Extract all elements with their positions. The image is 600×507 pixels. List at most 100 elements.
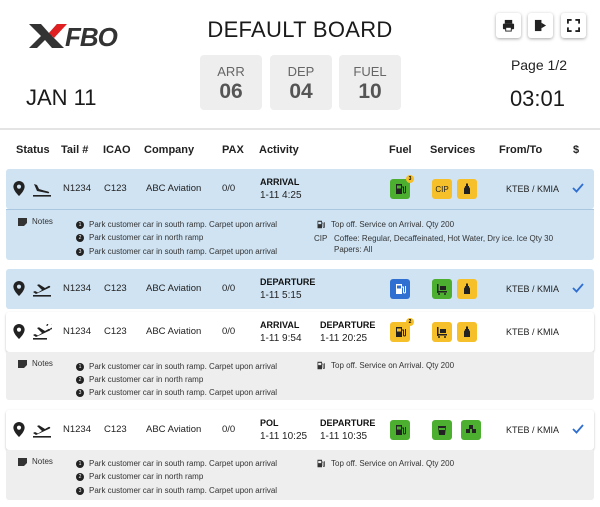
table-row[interactable]: N1234 C123 ABC Aviation 0/0 ARRIVAL 1-11… <box>6 312 594 352</box>
location-pin-icon[interactable] <box>13 181 25 196</box>
print-button[interactable] <box>496 13 521 38</box>
note-number-icon: 2 <box>76 375 84 384</box>
fuel-pump-icon <box>396 327 406 337</box>
current-date: JAN 11 <box>26 85 97 110</box>
note-item: 3 Park customer car in south ramp. Carpet… <box>76 247 277 256</box>
service-note: CIP Coffee: Regular, Decaffeinated, Hot … <box>314 234 553 243</box>
tail-number: N1234 <box>63 183 91 194</box>
column-company[interactable]: Company <box>144 144 194 156</box>
activity-departure: DEPARTURE 1-11 20:25 <box>320 320 375 344</box>
stat-value: 10 <box>358 80 382 103</box>
note-number-icon: 2 <box>76 233 84 242</box>
route: KTEB / KMIA <box>506 327 560 337</box>
column-status[interactable]: Status <box>16 144 50 156</box>
bottle-icon <box>464 183 470 194</box>
fuel-pump-icon <box>396 425 406 435</box>
activity-time: 1-11 10:35 <box>320 431 368 442</box>
fuel-badge[interactable]: 2 <box>390 318 414 342</box>
fullscreen-button[interactable] <box>561 13 586 38</box>
service-badge[interactable] <box>457 179 477 199</box>
activity-type: DEPARTURE <box>320 320 376 330</box>
service-note-text: Coffee: Regular, Decaffeinated, Hot Wate… <box>334 234 554 243</box>
column-paid[interactable]: $ <box>573 144 579 156</box>
print-icon <box>502 19 515 32</box>
note-text: Park customer car in south ramp. Carpet … <box>89 220 278 229</box>
header-divider <box>0 128 600 130</box>
location-pin-icon[interactable] <box>13 281 25 296</box>
stat-label: DEP <box>287 64 315 79</box>
bottle-icon <box>464 283 470 294</box>
column-tail[interactable]: Tail # <box>61 144 88 156</box>
fuel-badge[interactable] <box>390 279 410 299</box>
column-icao[interactable]: ICAO <box>103 144 131 156</box>
bottle-icon <box>464 326 470 337</box>
note-text: Park customer car in south ramp. Carpet … <box>89 486 278 495</box>
service-badge[interactable] <box>461 420 481 440</box>
fuel-stat: FUEL 10 <box>339 55 401 110</box>
pallet-jack-icon <box>437 327 447 338</box>
location-pin-icon[interactable] <box>13 422 25 437</box>
column-pax[interactable]: PAX <box>222 144 244 156</box>
column-from-to[interactable]: From/To <box>499 144 542 156</box>
column-fuel[interactable]: Fuel <box>389 144 412 156</box>
fuel-pump-icon <box>396 184 406 194</box>
note-item: 3 Park customer car in south ramp. Carpet… <box>76 486 277 495</box>
icao: C123 <box>104 283 127 294</box>
note-number-icon: 3 <box>76 388 84 397</box>
pax: 0/0 <box>222 183 236 194</box>
note-icon <box>18 359 27 368</box>
stat-label: ARR <box>217 64 245 79</box>
column-services[interactable]: Services <box>430 144 475 156</box>
fuel-badge[interactable]: 3 <box>390 175 414 199</box>
fuel-pump-icon <box>396 284 406 294</box>
activity-type: ARRIVAL <box>260 320 300 330</box>
activity-arrival: ARRIVAL 1-11 9:54 <box>260 320 302 344</box>
paid-check-icon <box>572 424 584 434</box>
note-text: Park customer car in north ramp <box>89 472 204 481</box>
note-number-icon: 1 <box>76 459 84 468</box>
service-badge[interactable] <box>432 279 452 299</box>
note-icon <box>18 217 27 226</box>
note-icon <box>18 457 27 466</box>
stat-value: 06 <box>219 80 243 103</box>
stat-label: FUEL <box>353 64 387 79</box>
note-number-icon: 3 <box>76 247 84 256</box>
activity-time: 1-11 4:25 <box>260 190 302 201</box>
note-text: Park customer car in south ramp. Carpet … <box>89 247 278 256</box>
fuel-badge[interactable] <box>390 420 410 440</box>
notes-label-text: Notes <box>32 359 53 368</box>
service-badge[interactable] <box>457 322 477 342</box>
service-note: Top off. Service on Arrival. Qty 200 <box>316 459 454 468</box>
notes-label: Notes <box>18 457 53 466</box>
service-badge[interactable] <box>432 420 452 440</box>
service-badge[interactable] <box>457 279 477 299</box>
table-row[interactable]: N1234 C123 ABC Aviation 0/0 DEPARTURE 1-… <box>6 269 594 309</box>
service-note: Top off. Service on Arrival. Qty 200 <box>316 220 454 229</box>
location-pin-icon[interactable] <box>13 324 25 339</box>
fuel-pump-icon <box>317 361 325 370</box>
activity-departure: DEPARTURE 1-11 10:35 <box>320 418 375 442</box>
logout-button[interactable] <box>528 13 553 38</box>
clock: 03:01 <box>509 86 565 111</box>
company: ABC Aviation <box>146 424 202 435</box>
tail-number: N1234 <box>63 326 91 337</box>
service-note-text: Top off. Service on Arrival. Qty 200 <box>331 220 455 229</box>
notes-panel: Notes 1 Park customer car in south ramp. … <box>6 209 594 260</box>
cip-service-badge[interactable]: CIP <box>432 179 452 199</box>
pax: 0/0 <box>222 424 236 435</box>
service-badge[interactable] <box>432 322 452 342</box>
activity-pol: POL 1-11 10:25 <box>260 418 307 442</box>
note-item: 1 Park customer car in south ramp. Carpet… <box>76 459 277 468</box>
page-indicator: Page 1/2 <box>510 57 567 73</box>
activity-type: DEPARTURE <box>320 418 376 428</box>
column-activity[interactable]: Activity <box>259 144 299 156</box>
activity-time: 1-11 9:54 <box>260 333 302 344</box>
route: KTEB / KMIA <box>506 284 560 294</box>
icao: C123 <box>104 183 127 194</box>
airplane-turnaround-icon <box>33 324 52 340</box>
activity-type: POL <box>260 418 279 428</box>
table-row[interactable]: N1234 C123 ABC Aviation 0/0 ARRIVAL 1-11… <box>6 169 594 209</box>
note-text: Park customer car in south ramp. Carpet … <box>89 362 278 371</box>
pallet-jack-icon <box>437 284 447 295</box>
table-row[interactable]: N1234 C123 ABC Aviation 0/0 POL 1-11 10:… <box>6 410 594 450</box>
